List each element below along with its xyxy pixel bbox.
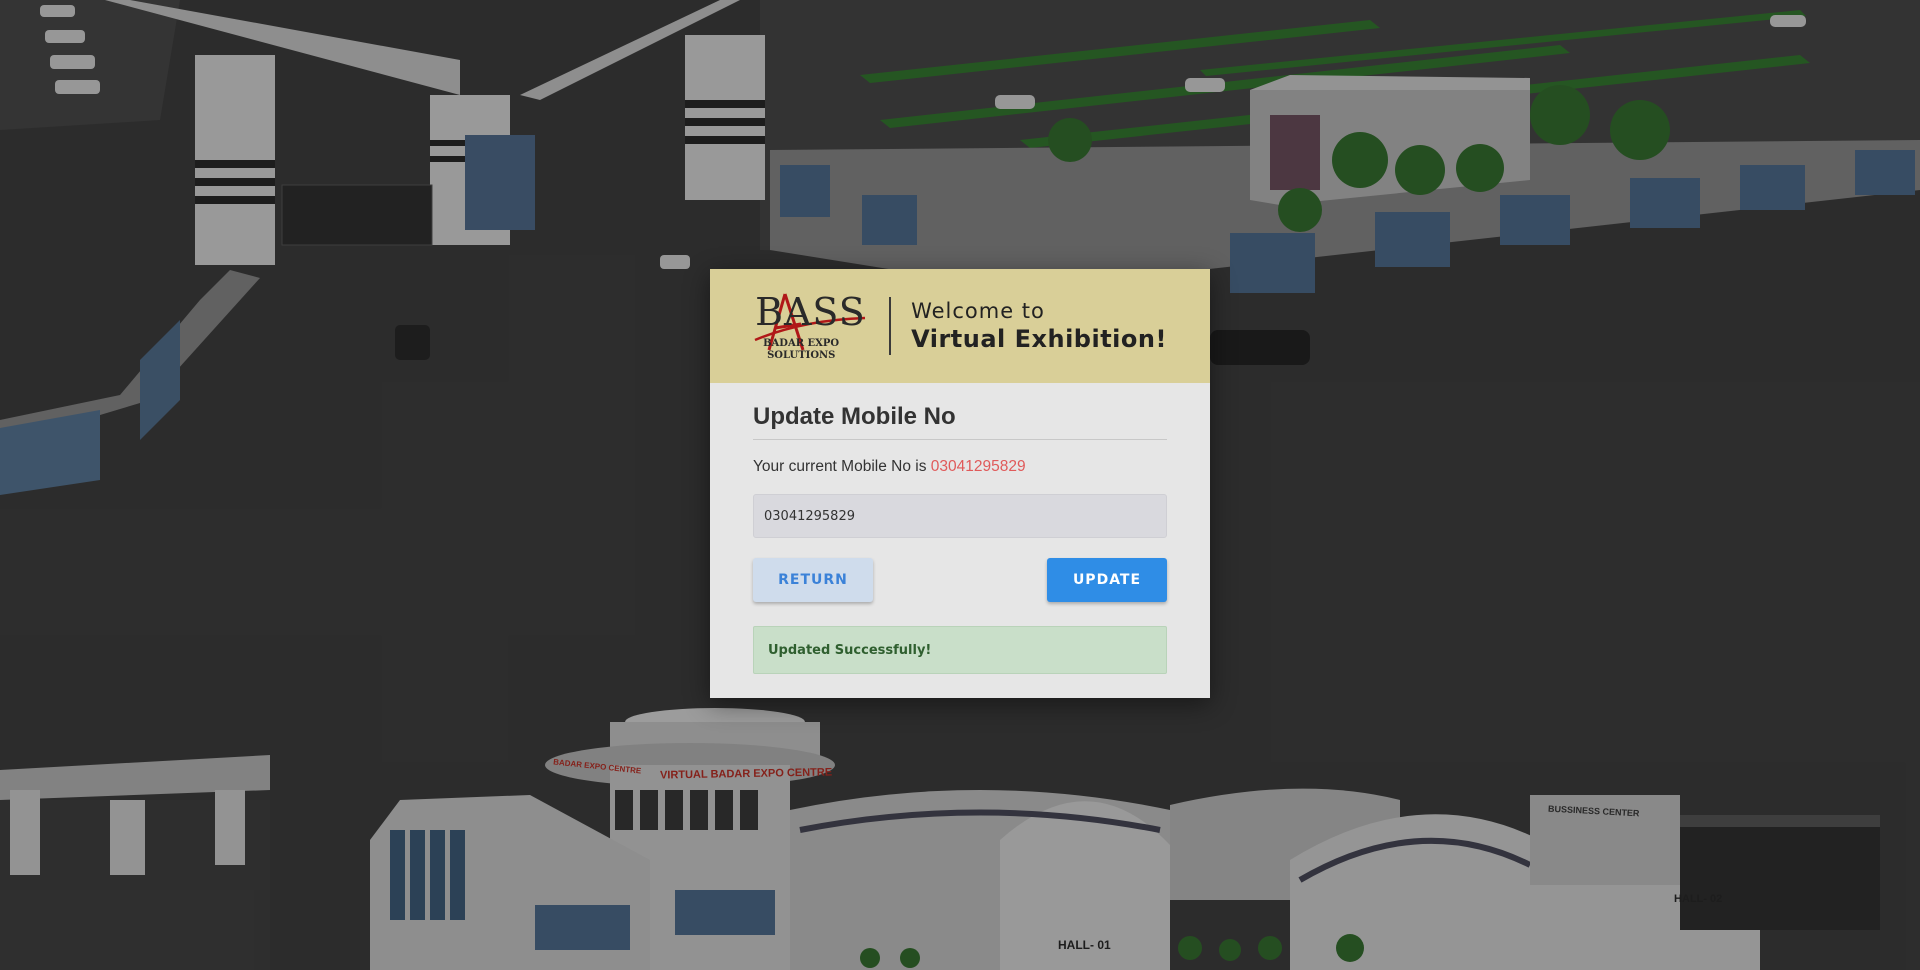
welcome-line-1: Welcome to xyxy=(911,299,1045,323)
logo-wordmark: BASS xyxy=(755,290,866,334)
modal-title: Update Mobile No xyxy=(753,403,1167,440)
bass-logo: BASS BADAR EXPO SOLUTIONS xyxy=(753,288,871,364)
mobile-number-input[interactable] xyxy=(753,494,1167,538)
success-alert: Updated Successfully! xyxy=(753,626,1167,674)
brand-block: BASS BADAR EXPO SOLUTIONS Welcome to Vir… xyxy=(753,288,1167,364)
hall-02-sign: HALL- 02 xyxy=(1674,893,1723,905)
logo-subtitle-1: BADAR EXPO xyxy=(763,338,840,349)
hall-01-sign: HALL- 01 xyxy=(1058,938,1111,952)
modal-body: Update Mobile No Your current Mobile No … xyxy=(710,383,1210,674)
welcome-text: Welcome to Virtual Exhibition! xyxy=(911,298,1167,354)
header-divider xyxy=(889,297,892,355)
return-button[interactable]: RETURN xyxy=(753,558,873,602)
current-mobile-text: Your current Mobile No is 03041295829 xyxy=(753,458,1167,476)
current-mobile-number: 03041295829 xyxy=(930,458,1026,475)
update-mobile-modal: BASS BADAR EXPO SOLUTIONS Welcome to Vir… xyxy=(710,269,1210,698)
logo-subtitle-2: SOLUTIONS xyxy=(767,350,836,361)
update-button[interactable]: UPDATE xyxy=(1047,558,1167,602)
current-mobile-label: Your current Mobile No is xyxy=(753,458,927,475)
modal-header: BASS BADAR EXPO SOLUTIONS Welcome to Vir… xyxy=(710,269,1210,383)
button-row: RETURN UPDATE xyxy=(753,558,1167,602)
welcome-line-2: Virtual Exhibition! xyxy=(911,325,1167,353)
